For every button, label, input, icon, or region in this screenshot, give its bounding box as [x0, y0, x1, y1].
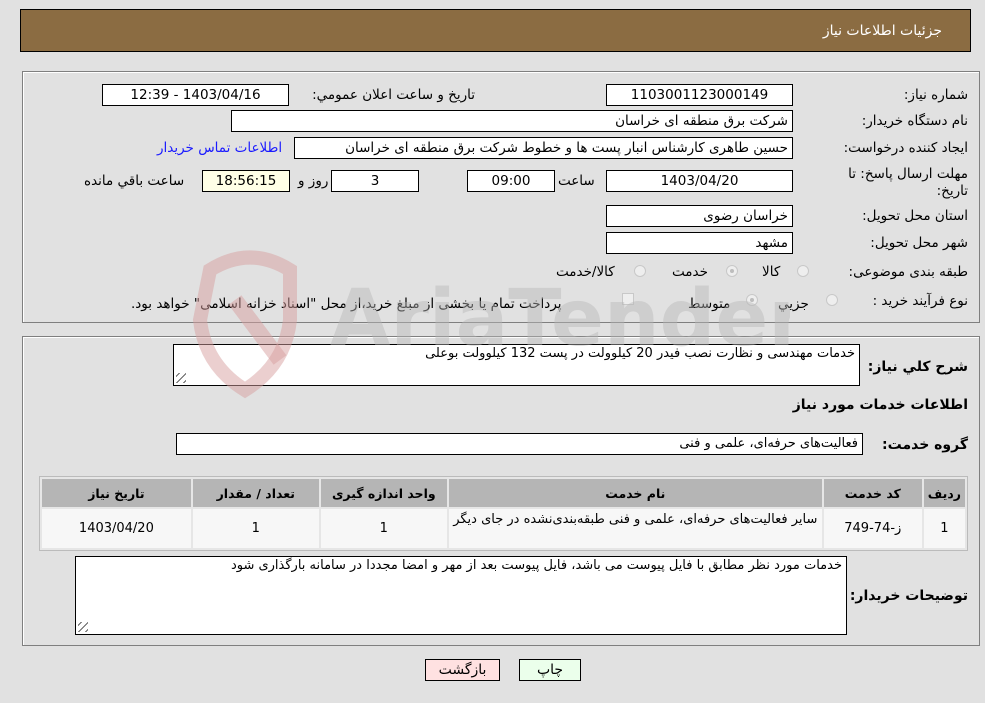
back-button[interactable]: بازگشت — [425, 659, 500, 681]
description-textarea[interactable]: خدمات مهندسی و نظارت نصب فیدر 20 کیلوولت… — [173, 344, 860, 386]
deadline-time-label: ساعت — [558, 173, 595, 189]
category-option-service: خدمت — [672, 264, 708, 280]
col-quantity: تعداد / مقدار — [192, 479, 319, 507]
time-remaining-field: 18:56:15 — [202, 170, 290, 192]
province-field: خراسان رضوی — [606, 205, 793, 227]
col-row-number: رديف — [923, 479, 965, 507]
cell-need-date: 1403/04/20 — [42, 509, 191, 548]
purchase-type-label: نوع فرآیند خرید : — [872, 293, 968, 309]
buyer-notes-label: توضيحات خريدار: — [849, 588, 968, 604]
province-label: استان محل تحویل: — [862, 208, 968, 224]
deadline-date-field: 1403/04/20 — [606, 170, 793, 192]
description-label: شرح كلي نياز: — [867, 359, 968, 375]
purchase-option-minor: جزيي — [778, 296, 809, 312]
time-remaining-label: ساعت باقي مانده — [84, 173, 185, 189]
buyer-notes-text: خدمات مورد نظر مطابق با فایل پیوست می با… — [230, 558, 842, 573]
col-service-name: نام خدمت — [448, 479, 822, 507]
days-label: روز و — [298, 173, 329, 189]
buyer-notes-textarea[interactable]: خدمات مورد نظر مطابق با فایل پیوست می با… — [75, 556, 847, 635]
need-number-field: 1103001123000149 — [606, 84, 793, 106]
cell-quantity: 1 — [192, 509, 319, 548]
purchase-radio-medium[interactable] — [746, 294, 758, 306]
cell-service-code: ز-74-749 — [823, 509, 922, 548]
resize-grip-icon[interactable] — [176, 373, 186, 383]
table-header-row: رديف کد خدمت نام خدمت واحد اندازه گیری ت… — [42, 479, 965, 507]
announce-datetime-field: 1403/04/16 - 12:39 — [102, 84, 289, 106]
deadline-time-field: 09:00 — [467, 170, 555, 192]
print-button[interactable]: چاپ — [519, 659, 581, 681]
buyer-org-field: شرکت برق منطقه ای خراسان — [231, 110, 793, 132]
services-table: رديف کد خدمت نام خدمت واحد اندازه گیری ت… — [39, 476, 968, 551]
purchase-radio-minor[interactable] — [826, 294, 838, 306]
category-radio-service[interactable] — [726, 265, 738, 277]
deadline-label: مهلت ارسال پاسخ: تا تاریخ: — [848, 166, 968, 199]
resize-grip-icon[interactable] — [78, 622, 88, 632]
buyer-org-label: نام دستگاه خريدار: — [861, 113, 968, 129]
cell-unit: 1 — [320, 509, 447, 548]
treasury-note: پرداخت تمام يا بخشی از مبلغ خريد،از محل … — [131, 296, 562, 312]
purchase-option-medium: متوسط — [688, 296, 731, 312]
services-heading: اطلاعات خدمات مورد نياز — [792, 397, 968, 413]
description-text: خدمات مهندسی و نظارت نصب فیدر 20 کیلوولت… — [425, 346, 855, 361]
requester-field: حسین طاهری کارشناس انبار پست ها و خطوط ش… — [294, 137, 793, 159]
announce-datetime-label: تاریخ و ساعت اعلان عمومي: — [312, 87, 475, 103]
col-unit: واحد اندازه گیری — [320, 479, 447, 507]
page-title: جزئیات اطلاعات نیاز — [822, 23, 942, 39]
category-option-goods-service: کالا/خدمت — [556, 264, 615, 280]
days-remaining-field: 3 — [331, 170, 419, 192]
cell-row-number: 1 — [923, 509, 965, 548]
services-table-wrap: رديف کد خدمت نام خدمت واحد اندازه گیری ت… — [39, 476, 968, 551]
category-label: طبقه بندی موضوعی: — [848, 264, 968, 280]
buyer-contact-link[interactable]: اطلاعات تماس خريدار — [157, 140, 282, 156]
service-group-field: فعالیت‌های حرفه‌ای، علمی و فنی — [176, 433, 863, 455]
city-field: مشهد — [606, 232, 793, 254]
category-radio-goods[interactable] — [797, 265, 809, 277]
category-radio-goods-service[interactable] — [634, 265, 646, 277]
table-row: 1 ز-74-749 سایر فعالیت‌های حرفه‌ای، علمی… — [42, 509, 965, 548]
page-header: جزئیات اطلاعات نیاز — [20, 9, 971, 52]
service-group-label: گروه خدمت: — [882, 437, 968, 453]
need-number-label: شماره نیاز: — [903, 87, 968, 103]
cell-service-name: سایر فعالیت‌های حرفه‌ای، علمی و فنی طبقه… — [448, 509, 822, 548]
category-option-goods: کالا — [762, 264, 781, 280]
col-service-code: کد خدمت — [823, 479, 922, 507]
requester-label: ایجاد کننده درخواست: — [843, 140, 968, 156]
col-need-date: تاريخ نياز — [42, 479, 191, 507]
treasury-checkbox[interactable] — [622, 293, 634, 305]
city-label: شهر محل تحویل: — [870, 235, 968, 251]
